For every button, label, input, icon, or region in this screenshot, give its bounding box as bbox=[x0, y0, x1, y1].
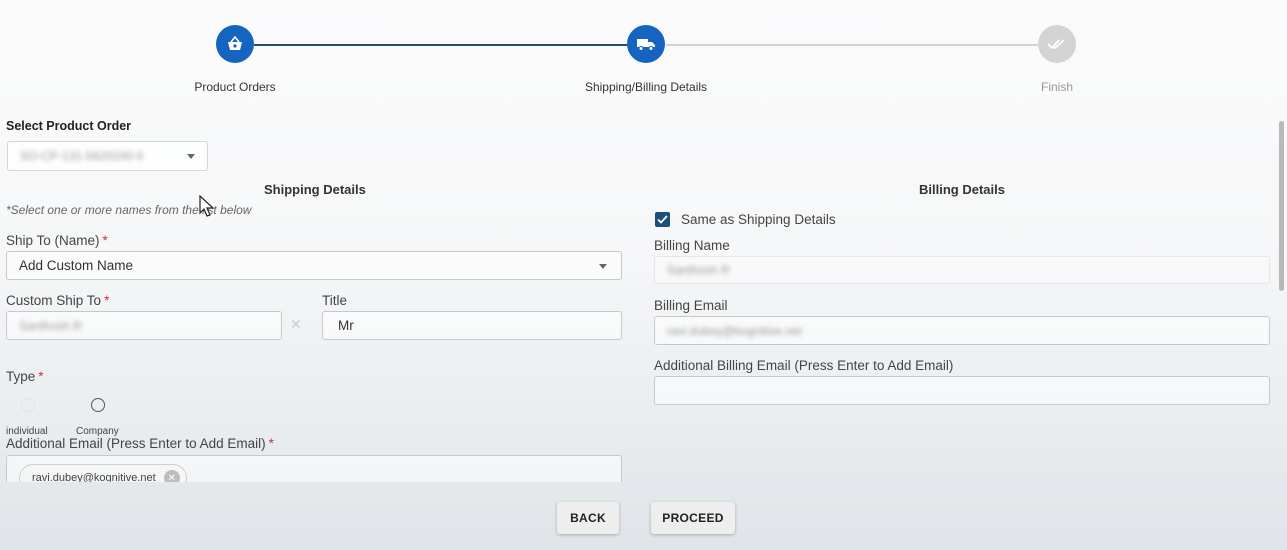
step-connector-2 bbox=[666, 44, 1038, 46]
custom-ship-to-value: Santhosh R bbox=[19, 318, 82, 333]
required-mark: * bbox=[38, 369, 44, 384]
additional-email-clip: ravi.dubey@kognitive.net ✕ bbox=[6, 455, 623, 482]
step-shipping-billing[interactable] bbox=[627, 25, 665, 63]
type-label-text: Type bbox=[6, 369, 36, 384]
product-order-value: SO-CP-131-5620240-0 bbox=[20, 149, 144, 163]
email-chip: ravi.dubey@kognitive.net ✕ bbox=[19, 464, 187, 482]
checkmark-icon bbox=[657, 215, 668, 224]
billing-name-label: Billing Name bbox=[654, 238, 730, 253]
proceed-button[interactable]: PROCEED bbox=[651, 502, 735, 534]
additional-billing-email-input[interactable] bbox=[654, 376, 1270, 405]
additional-email-input[interactable]: ravi.dubey@kognitive.net ✕ bbox=[6, 455, 622, 482]
step-connector-1 bbox=[254, 44, 628, 46]
basket-icon bbox=[228, 36, 242, 50]
product-order-label: Select Product Order bbox=[6, 119, 132, 133]
step-finish[interactable] bbox=[1038, 25, 1076, 63]
custom-ship-to-label-text: Custom Ship To bbox=[6, 293, 102, 308]
custom-ship-to-label: Custom Ship To * bbox=[6, 293, 109, 308]
ship-to-value: Add Custom Name bbox=[19, 258, 134, 273]
double-check-icon bbox=[1047, 39, 1065, 50]
additional-billing-email-label: Additional Billing Email (Press Enter to… bbox=[654, 358, 954, 373]
clear-icon[interactable]: ✕ bbox=[290, 316, 302, 333]
custom-ship-to-input[interactable]: Santhosh R bbox=[6, 311, 282, 340]
chevron-down-icon bbox=[187, 154, 195, 159]
step-label-finish: Finish bbox=[1040, 80, 1073, 94]
required-mark: * bbox=[268, 436, 274, 451]
billing-email-label: Billing Email bbox=[654, 298, 728, 313]
type-company-radio[interactable] bbox=[91, 398, 105, 412]
title-label: Title bbox=[322, 293, 348, 308]
billing-name-input[interactable]: Santhosh R bbox=[654, 256, 1270, 284]
same-as-shipping-checkbox[interactable] bbox=[655, 212, 670, 227]
required-mark: * bbox=[102, 233, 108, 248]
shipping-details-title: Shipping Details bbox=[264, 182, 366, 197]
title-input[interactable]: Mr bbox=[322, 311, 622, 340]
ship-to-label: Ship To (Name) * bbox=[6, 233, 108, 248]
billing-email-value: ravi.dubey@kognitive.net bbox=[667, 323, 802, 338]
billing-details-title: Billing Details bbox=[919, 182, 1005, 197]
billing-name-value: Santhosh R bbox=[667, 263, 730, 277]
title-value: Mr bbox=[338, 318, 354, 333]
additional-email-label-text: Additional Email (Press Enter to Add Ema… bbox=[6, 436, 266, 451]
product-order-select[interactable]: SO-CP-131-5620240-0 bbox=[7, 141, 208, 171]
back-button[interactable]: BACK bbox=[557, 502, 619, 534]
billing-email-input[interactable]: ravi.dubey@kognitive.net bbox=[654, 316, 1270, 345]
chevron-down-icon bbox=[599, 264, 607, 269]
required-mark: * bbox=[104, 293, 110, 308]
additional-email-label: Additional Email (Press Enter to Add Ema… bbox=[6, 436, 274, 451]
truck-icon bbox=[637, 39, 655, 51]
type-individual-radio[interactable] bbox=[21, 398, 35, 412]
step-label-shipping-billing: Shipping/Billing Details bbox=[584, 80, 708, 94]
email-chip-label: ravi.dubey@kognitive.net bbox=[32, 472, 156, 482]
ship-to-select[interactable]: Add Custom Name bbox=[6, 251, 622, 280]
step-label-product-orders: Product Orders bbox=[194, 80, 276, 94]
ship-to-label-text: Ship To (Name) bbox=[6, 233, 100, 248]
type-label: Type * bbox=[6, 369, 44, 384]
step-product-orders[interactable] bbox=[216, 25, 254, 63]
cursor-icon bbox=[199, 195, 215, 217]
chip-remove-icon[interactable]: ✕ bbox=[163, 470, 180, 482]
same-as-shipping-label: Same as Shipping Details bbox=[681, 212, 836, 227]
scrollbar-thumb[interactable] bbox=[1279, 121, 1284, 291]
